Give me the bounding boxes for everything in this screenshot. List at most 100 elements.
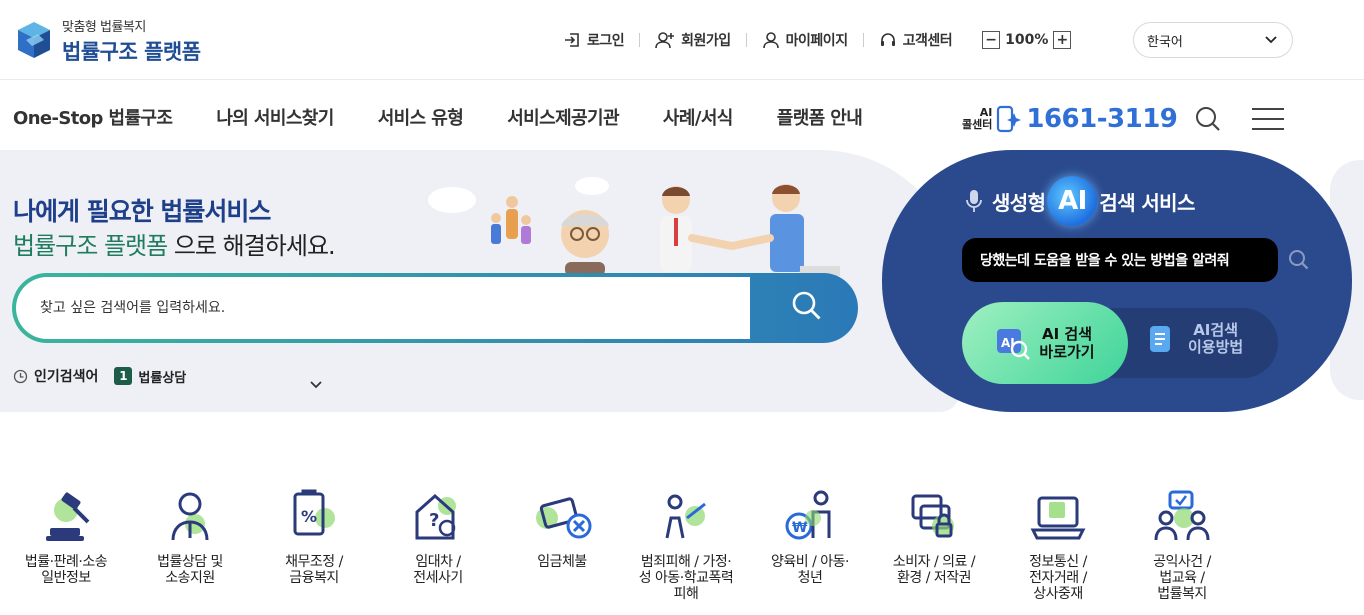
ai-orb: AI	[1047, 176, 1098, 226]
logo-title: 법률구조 플랫폼	[62, 40, 201, 64]
support-link[interactable]: 고객센터	[879, 30, 953, 50]
chevron-down-icon	[1265, 36, 1277, 44]
ai-search-go-button[interactable]: AI AI 검색 바로가기	[962, 302, 1128, 384]
logo-mark-icon	[14, 18, 54, 64]
login-icon	[565, 33, 579, 47]
headset-icon	[880, 33, 895, 46]
support-label: 고객센터	[902, 33, 953, 49]
public-icon	[1120, 486, 1244, 542]
logo-subtitle: 맞춤형 법률복지	[62, 20, 146, 35]
zoom-in-button[interactable]: +	[1053, 31, 1072, 49]
nav-item-find-service[interactable]: 나의 서비스찾기	[216, 104, 334, 130]
login-link[interactable]: 로그인	[563, 30, 625, 50]
laptop-icon	[996, 486, 1120, 542]
popular-label: 인기검색어	[34, 369, 99, 385]
nav-item-onestop[interactable]: One-Stop 법률구조	[13, 104, 173, 130]
nav-item-service-type[interactable]: 서비스 유형	[378, 104, 464, 130]
hero-section: 나에게 필요한 법률서비스 법률구조 플랫폼 으로 해결하세요. 찾고 싶은 검…	[0, 150, 960, 412]
hero-subtitle-rest: 으로 해결하세요.	[167, 232, 336, 260]
chevron-down-icon[interactable]	[309, 375, 323, 394]
family-icon: ₩	[748, 486, 872, 542]
category-item[interactable]: 공익사건 / 법교육 / 법률복지	[1120, 486, 1244, 602]
ai-guide-label: AI검색 이용방법	[1188, 321, 1244, 356]
search-icon[interactable]	[1195, 106, 1221, 136]
top-bar: 맞춤형 법률복지 법률구조 플랫폼 로그인 회원가입 마이페이지 고객센터 − …	[0, 0, 1364, 80]
guide-document-icon	[1150, 326, 1170, 352]
category-label: 범죄피해 / 가정· 성 아동·학교폭력 피해	[638, 554, 734, 602]
language-value: 한국어	[1147, 34, 1183, 50]
zoom-out-button[interactable]: −	[982, 31, 1001, 49]
search-button[interactable]	[792, 291, 822, 325]
ai-guide-button[interactable]: AI검색 이용방법	[1146, 322, 1243, 356]
utility-menu: 로그인 회원가입 마이페이지 고객센터 − 100% +	[563, 30, 1072, 50]
category-label: 소비자 / 의료 / 환경 / 저작권	[892, 554, 976, 586]
ai-query-box[interactable]: 당했는데 도움을 받을 수 있는 방법을 알려줘	[962, 238, 1278, 282]
lawyer-icon	[128, 486, 252, 542]
popular-rank-badge: 1	[114, 367, 133, 385]
category-label: 공익사건 / 법교육 / 법률복지	[1153, 554, 1211, 602]
ai-search-panel: 생성형 AI 검색 서비스 당했는데 도움을 받을 수 있는 방법을 알려줘 A…	[882, 150, 1352, 412]
add-user-icon	[655, 32, 675, 49]
callcenter-phone: 1661-3119	[1026, 104, 1178, 134]
victim-icon	[624, 486, 748, 542]
ai-button-group: AI AI 검색 바로가기 AI검색 이용방법	[962, 302, 1278, 384]
signup-label: 회원가입	[681, 33, 731, 49]
user-icon	[762, 32, 779, 49]
phone-sparkle-icon	[997, 105, 1022, 133]
gavel-icon	[4, 486, 128, 542]
ai-callcenter[interactable]: AI 콜센터 1661-3119	[962, 104, 1178, 134]
house-icon: ?	[376, 486, 500, 542]
zoom-control: − 100% +	[982, 31, 1072, 49]
category-label: 양육비 / 아동· 청년	[771, 554, 849, 586]
main-nav: One-Stop 법률구조 나의 서비스찾기 서비스 유형 서비스제공기관 사례…	[0, 80, 1364, 152]
svg-text:?: ?	[429, 510, 439, 531]
ai-panel-title: 생성형 AI 검색 서비스	[964, 176, 1195, 226]
nav-item-platform-guide[interactable]: 플랫폼 안내	[777, 104, 863, 130]
category-label: 임대차 / 전세사기	[413, 554, 463, 586]
wage-icon	[500, 486, 624, 542]
search-input[interactable]	[40, 300, 720, 316]
debt-icon: %	[252, 486, 376, 542]
hero-title: 나에게 필요한 법률서비스	[13, 197, 271, 226]
hero-subtitle: 법률구조 플랫폼 으로 해결하세요.	[13, 226, 336, 261]
mypage-link[interactable]: 마이페이지	[762, 30, 848, 50]
svg-text:₩: ₩	[792, 520, 808, 536]
category-label: 정보통신 / 전자거래 / 상사중재	[1029, 554, 1087, 602]
category-item[interactable]: 임금체불	[500, 486, 624, 602]
category-item[interactable]: 소비자 / 의료 / 환경 / 저작권	[872, 486, 996, 602]
category-item[interactable]: 법률·판례·소송 일반정보	[4, 486, 128, 602]
search-icon[interactable]	[1288, 249, 1310, 275]
nav-item-providers[interactable]: 서비스제공기관	[507, 104, 619, 130]
category-label: 임금체불	[537, 554, 587, 570]
zoom-level: 100%	[1005, 32, 1049, 48]
hamburger-menu-icon[interactable]	[1252, 108, 1284, 138]
category-item[interactable]: 범죄피해 / 가정· 성 아동·학교폭력 피해	[624, 486, 748, 602]
divider	[862, 33, 864, 47]
nav-item-cases-forms[interactable]: 사례/서식	[663, 104, 733, 130]
callcenter-label: AI 콜센터	[962, 106, 993, 131]
divider	[745, 33, 747, 47]
category-grid: 법률·판례·소송 일반정보 법률상담 및 소송지원 % 채무조정 / 금융복지 …	[0, 486, 1364, 602]
category-item[interactable]: ? 임대차 / 전세사기	[376, 486, 500, 602]
signup-link[interactable]: 회원가입	[655, 30, 731, 50]
clock-icon	[13, 369, 28, 383]
ai-search-icon: AI	[997, 329, 1031, 360]
mypage-label: 마이페이지	[785, 33, 848, 49]
microphone-icon	[966, 190, 982, 212]
logo[interactable]: 맞춤형 법률복지 법률구조 플랫폼	[14, 16, 201, 66]
category-label: 법률상담 및 소송지원	[157, 554, 223, 586]
category-item[interactable]: ₩ 양육비 / 아동· 청년	[748, 486, 872, 602]
category-item[interactable]: % 채무조정 / 금융복지	[252, 486, 376, 602]
language-select[interactable]: 한국어	[1133, 22, 1293, 58]
divider	[639, 33, 641, 47]
search-icon	[792, 291, 821, 320]
main-search-box	[12, 273, 858, 343]
popular-keyword[interactable]: 법률상담	[138, 367, 186, 386]
category-item[interactable]: 정보통신 / 전자거래 / 상사중재	[996, 486, 1120, 602]
svg-text:%: %	[301, 507, 317, 526]
ai-title-post: 검색 서비스	[1099, 190, 1195, 215]
category-label: 법률·판례·소송 일반정보	[24, 554, 108, 586]
login-label: 로그인	[587, 33, 625, 49]
category-item[interactable]: 법률상담 및 소송지원	[128, 486, 252, 602]
consumer-icon	[872, 486, 996, 542]
